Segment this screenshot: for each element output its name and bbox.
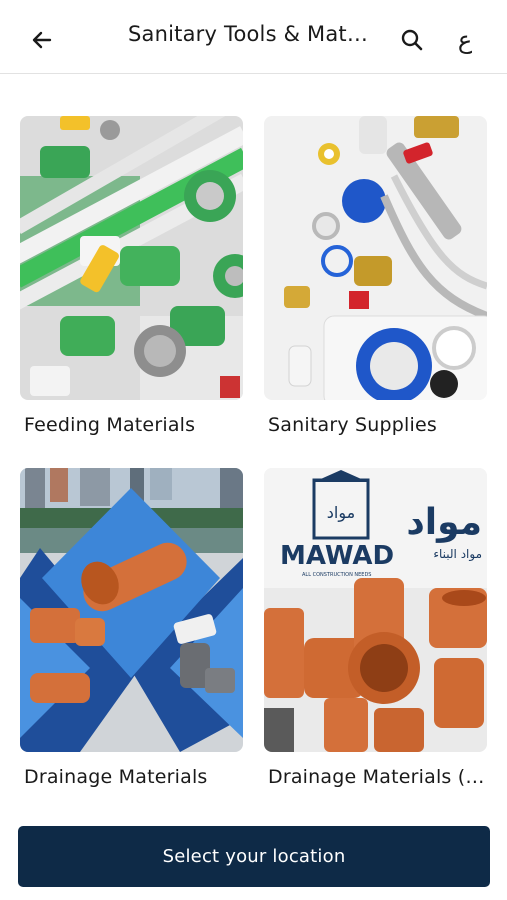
category-card-drainage-materials[interactable]: Drainage Materials xyxy=(20,468,243,788)
mawad-tagline: ALL CONSTRUCTION NEEDS xyxy=(302,572,371,578)
category-image xyxy=(20,116,243,400)
mawad-arabic-subheading: مواد البناء xyxy=(433,547,482,562)
select-location-button[interactable]: Select your location xyxy=(18,826,490,887)
category-image: مواد MAWAD ALL CONSTRUCTION NEEDS مواد م… xyxy=(264,468,487,752)
category-card-sanitary-supplies[interactable]: Sanitary Supplies xyxy=(264,116,487,436)
category-card-feeding-materials[interactable]: Feeding Materials xyxy=(20,116,243,436)
category-label: Drainage Materials (… xyxy=(268,766,485,788)
category-card-drainage-materials-mawad[interactable]: مواد MAWAD ALL CONSTRUCTION NEEDS مواد م… xyxy=(264,468,487,788)
mawad-brand-text: MAWAD xyxy=(280,541,394,571)
app-header: Sanitary Tools & Mat… ع xyxy=(0,0,507,74)
category-image xyxy=(20,468,243,752)
category-label: Feeding Materials xyxy=(24,414,196,436)
language-toggle-button[interactable]: ع xyxy=(450,24,480,56)
arrow-left-icon xyxy=(32,31,52,49)
mawad-arabic-heading: مواد xyxy=(406,502,482,543)
page-title: Sanitary Tools & Mat… xyxy=(128,22,369,46)
mawad-logo-arabic: مواد xyxy=(327,503,355,523)
search-button[interactable] xyxy=(398,26,426,54)
category-image xyxy=(264,116,487,400)
category-label: Sanitary Supplies xyxy=(268,414,437,436)
category-label: Drainage Materials xyxy=(24,766,208,788)
search-icon xyxy=(401,29,423,51)
back-button[interactable] xyxy=(26,24,58,56)
